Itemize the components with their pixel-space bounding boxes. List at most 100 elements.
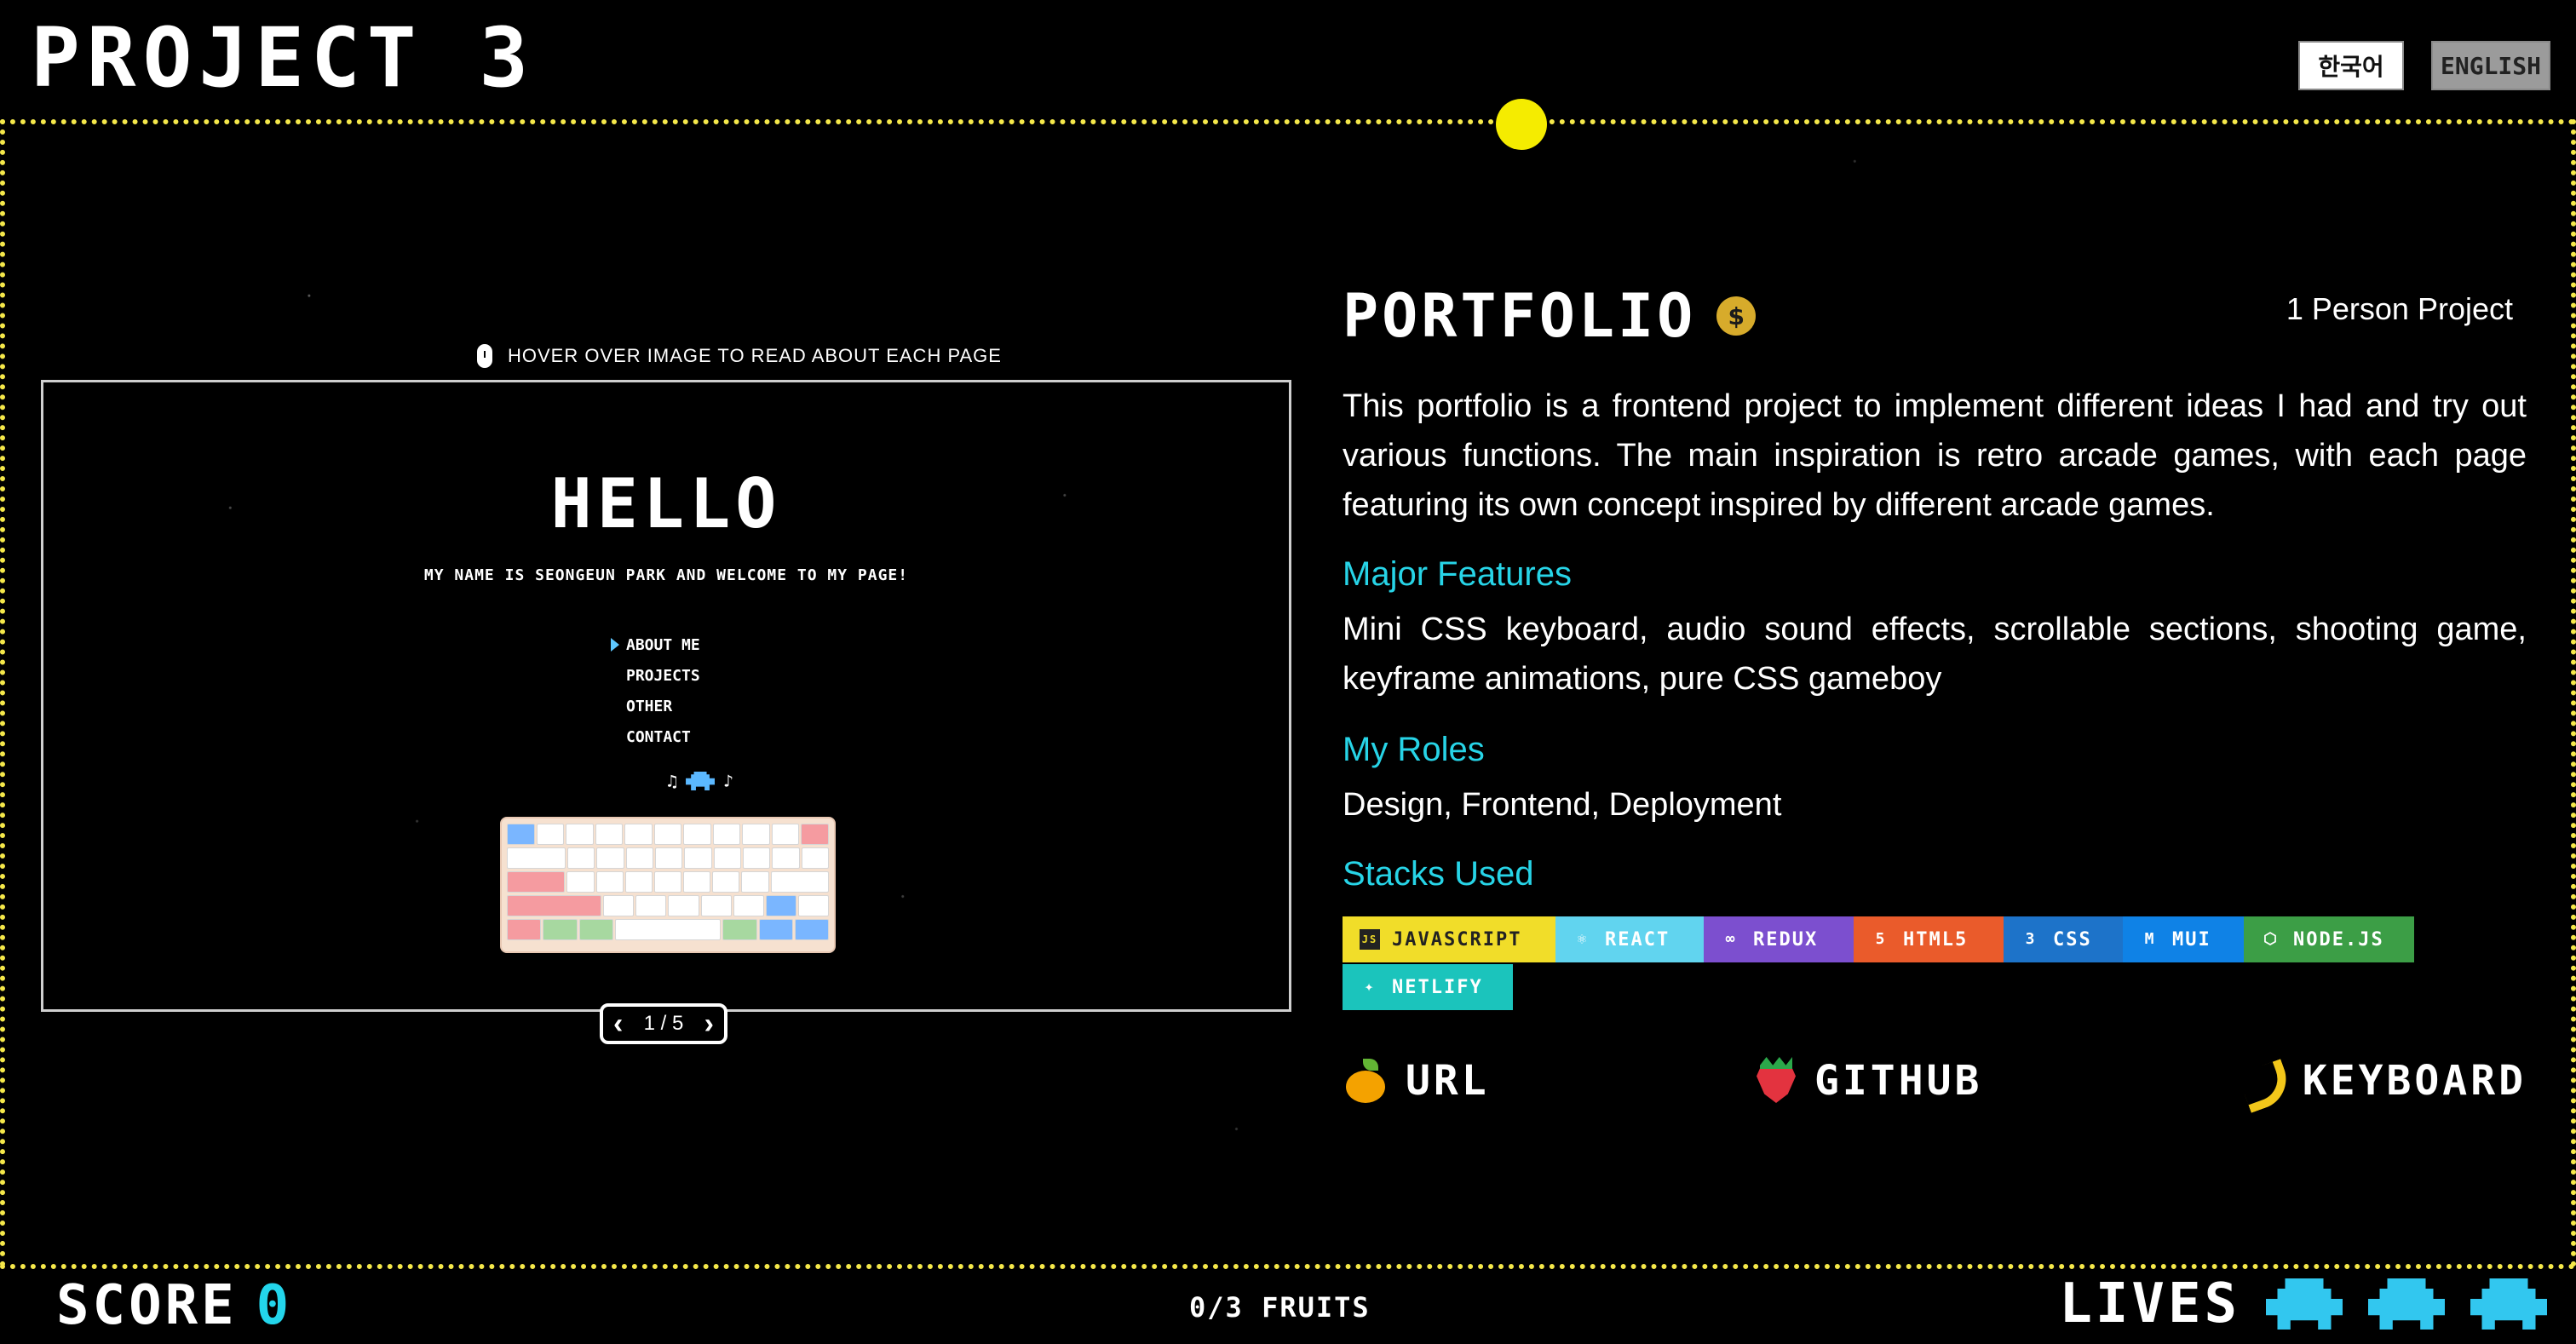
keyboard-key [507,824,535,845]
next-page-arrow-icon[interactable]: › [704,1009,714,1038]
keyboard-row [507,824,830,845]
keyboard-key [595,824,624,845]
keyboard-row [507,919,830,940]
major-features-text: Mini CSS keyboard, audio sound effects, … [1343,612,2527,697]
stack-badge-mui: M MUI [2123,916,2244,962]
css-icon: 3 [2025,930,2037,948]
preview-menu-label-contact: CONTACT [626,727,691,746]
project-name: PORTFOLIO [1343,281,1697,351]
page-title: PROJECT 3 [31,10,536,106]
prev-page-arrow-icon[interactable]: ‹ [613,1009,623,1038]
project-title: PORTFOLIO $ [1343,281,1757,351]
mouse-icon [477,344,492,368]
keyboard-key [595,871,624,893]
keyboard-key [635,895,667,916]
stack-badge-redux: ∞ REDUX [1704,916,1854,962]
html5-icon: 5 [1875,930,1887,948]
fruit-counter: 0/3 FRUITS [1189,1291,1371,1324]
project-team-size: 1 Person Project [2286,291,2513,326]
keyboard-key [543,919,578,940]
preview-menu-item-contact: CONTACT [626,721,779,752]
music-note-icon: ♫ [667,771,678,791]
korean-language-button[interactable]: 한국어 [2298,41,2404,90]
keyboard-key [507,919,542,940]
keyboard-key [722,919,757,940]
strawberry-icon [1753,1057,1799,1105]
project-links: URL GITHUB KEYBOARD [1343,1051,2527,1111]
nodejs-icon: ⬡ [2263,930,2279,948]
preview-hello-title: HELLO [550,464,782,543]
keyboard-key [624,824,653,845]
github-link-label: GITHUB [1814,1057,1983,1105]
keyboard-key [771,824,800,845]
stack-row: JS JAVASCRIPT ⚛ REACT ∞ REDUX 5 HTML5 3 … [1343,916,2527,962]
keyboard-key [683,824,711,845]
keyboard-key [742,824,770,845]
right-dotted-track [2571,119,2576,1267]
stack-label: NODE.JS [2293,928,2384,951]
mui-icon: M [2144,930,2156,948]
score-display: SCORE 0 [56,1274,292,1337]
banana-icon [2240,1057,2287,1105]
netlify-icon: ✦ [1364,978,1376,996]
github-link[interactable]: GITHUB [1753,1051,1982,1111]
keyboard-key [712,824,741,845]
orange-icon [1343,1057,1390,1105]
keyboard-link-label: KEYBOARD [2302,1057,2527,1105]
preview-menu-item-about: ABOUT ME [611,629,779,660]
keyboard-key [507,847,566,869]
stack-label: NETLIFY [1392,976,1483,998]
stack-label: JAVASCRIPT [1392,928,1522,951]
keyboard-key [712,871,740,893]
keyboard-row [507,871,829,893]
stack-badges: JS JAVASCRIPT ⚛ REACT ∞ REDUX 5 HTML5 3 … [1343,916,2527,1012]
stack-label: MUI [2172,928,2211,951]
stack-badge-react: ⚛ REACT [1555,916,1704,962]
preview-invader: ♫ ♪ [667,771,733,791]
stack-badge-nodejs: ⬡ NODE.JS [2244,916,2414,962]
score-value: 0 [256,1274,293,1337]
coin-icon: $ [1716,296,1757,336]
pacman-dot [1496,99,1547,150]
keyboard-key [654,847,683,869]
keyboard-key [772,847,800,869]
keyboard-key [801,824,830,845]
project-description: This portfolio is a frontend project to … [1343,388,2527,523]
project-preview-image[interactable]: HELLO MY NAME IS SEONGEUN PARK AND WELCO… [41,380,1291,1012]
keyboard-link[interactable]: KEYBOARD [2240,1051,2527,1111]
preview-subtitle: MY NAME IS SEONGEUN PARK AND WELCOME TO … [423,566,909,584]
keyboard-key [797,895,830,916]
major-features-title: Major Features [1343,555,1572,593]
stack-row: ✦ NETLIFY [1343,964,2527,1010]
keyboard-key [566,847,595,869]
keyboard-key [758,919,793,940]
keyboard-key [603,895,635,916]
stack-label: CSS [2053,928,2092,951]
preview-menu-label-other: OTHER [626,697,673,715]
keyboard-key [578,919,613,940]
stack-label: HTML5 [1903,928,1969,951]
keyboard-key [653,824,682,845]
roles-text: Design, Frontend, Deployment [1343,787,1782,823]
life-invader-icon [2470,1278,2547,1330]
page-indicator: 1 / 5 [643,1012,684,1035]
stacks-title: Stacks Used [1343,855,1534,893]
preview-menu-label-about: ABOUT ME [626,635,700,654]
keyboard-key [653,871,682,893]
keyboard-key [801,847,830,869]
keyboard-key [733,895,764,916]
keyboard-key [566,871,595,893]
lives-label: LIVES [2059,1272,2240,1335]
keyboard-key [700,895,732,916]
keyboard-key [794,919,830,940]
stack-badge-css: 3 CSS [2004,916,2123,962]
keyboard-key [507,895,602,916]
english-language-button[interactable]: ENGLISH [2431,41,2550,90]
preview-menu-label-projects: PROJECTS [626,666,700,685]
keyboard-key [765,895,796,916]
preview-hint: HOVER OVER IMAGE TO READ ABOUT EACH PAGE [477,344,1002,368]
menu-arrow-icon [611,638,619,652]
top-dotted-track [0,119,2576,124]
keyboard-key [625,847,653,869]
url-link[interactable]: URL [1343,1051,1490,1111]
